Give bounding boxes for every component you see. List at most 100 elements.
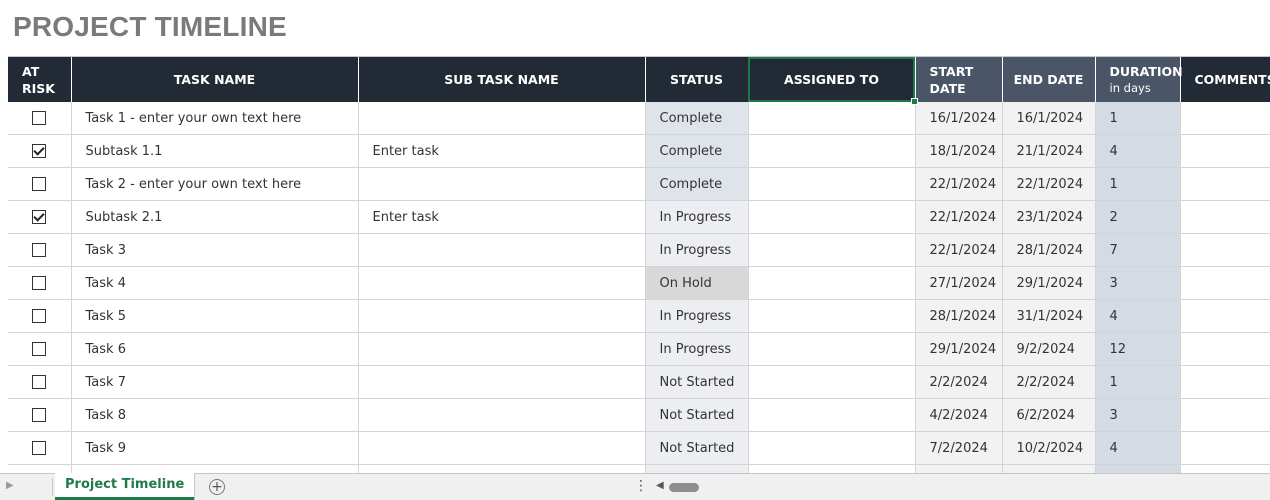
assigned-to-cell[interactable]	[748, 398, 916, 432]
at-risk-checkbox[interactable]	[32, 177, 47, 191]
at-risk-checkbox[interactable]	[32, 408, 47, 422]
comments-cell[interactable]	[1180, 167, 1270, 201]
status-cell[interactable]: Complete	[645, 167, 749, 201]
header-task-name[interactable]: TASK NAME	[71, 57, 359, 102]
assigned-to-cell[interactable]	[748, 233, 916, 267]
sub-task-name-cell[interactable]	[358, 332, 646, 366]
assigned-to-cell[interactable]	[748, 365, 916, 399]
assigned-to-cell[interactable]	[748, 299, 916, 333]
sub-task-name-cell[interactable]	[358, 299, 646, 333]
status-cell[interactable]: Complete	[645, 134, 749, 168]
more-options-icon[interactable]: ⋮	[634, 478, 648, 494]
duration-cell[interactable]: 7	[1095, 233, 1181, 267]
end-date-cell[interactable]: 21/1/2024	[1002, 134, 1096, 168]
at-risk-checkbox[interactable]	[32, 342, 47, 356]
header-sub-task-name[interactable]: SUB TASK NAME	[358, 57, 646, 102]
comments-cell[interactable]	[1180, 134, 1270, 168]
at-risk-checkbox[interactable]	[32, 111, 47, 125]
at-risk-checkbox[interactable]	[32, 144, 47, 158]
header-assigned-to[interactable]: ASSIGNED TO	[748, 57, 917, 105]
header-duration[interactable]: DURATION in days	[1095, 57, 1183, 102]
end-date-cell[interactable]: 22/1/2024	[1002, 167, 1096, 201]
task-name-cell[interactable]: Task 6	[71, 332, 359, 366]
assigned-to-cell[interactable]	[748, 332, 916, 366]
assigned-to-cell[interactable]	[748, 167, 916, 201]
sub-task-name-cell[interactable]	[358, 233, 646, 267]
task-name-cell[interactable]: Task 7	[71, 365, 359, 399]
comments-cell[interactable]	[1180, 398, 1270, 432]
at-risk-checkbox[interactable]	[32, 210, 47, 224]
start-date-cell[interactable]: 7/2/2024	[915, 431, 1003, 465]
sub-task-name-cell[interactable]	[358, 102, 646, 135]
plus-circle-icon[interactable]: +	[209, 479, 225, 495]
status-cell[interactable]: On Hold	[645, 266, 749, 300]
at-risk-checkbox[interactable]	[32, 375, 47, 389]
status-cell[interactable]: In Progress	[645, 332, 749, 366]
duration-cell[interactable]: 3	[1095, 266, 1181, 300]
sub-task-name-cell[interactable]	[358, 431, 646, 465]
task-name-cell[interactable]: Task 8	[71, 398, 359, 432]
comments-cell[interactable]	[1180, 365, 1270, 399]
sub-task-name-cell[interactable]: Enter task	[358, 134, 646, 168]
sub-task-name-cell[interactable]	[358, 398, 646, 432]
status-cell[interactable]: In Progress	[645, 233, 749, 267]
comments-cell[interactable]	[1180, 332, 1270, 366]
start-date-cell[interactable]: 18/1/2024	[915, 134, 1003, 168]
status-cell[interactable]: Not Started	[645, 431, 749, 465]
at-risk-checkbox[interactable]	[32, 309, 47, 323]
sheet-tab-project-timeline[interactable]: Project Timeline	[55, 473, 195, 500]
start-date-cell[interactable]: 29/1/2024	[915, 332, 1003, 366]
sub-task-name-cell[interactable]	[358, 266, 646, 300]
duration-cell[interactable]: 12	[1095, 332, 1181, 366]
horizontal-scrollbar-thumb[interactable]	[669, 483, 699, 492]
end-date-cell[interactable]: 28/1/2024	[1002, 233, 1096, 267]
comments-cell[interactable]	[1180, 299, 1270, 333]
scroll-left-arrow-icon[interactable]: ◀	[656, 480, 664, 491]
duration-cell[interactable]: 1	[1095, 102, 1181, 135]
status-cell[interactable]: In Progress	[645, 299, 749, 333]
duration-cell[interactable]: 3	[1095, 398, 1181, 432]
start-date-cell[interactable]: 16/1/2024	[915, 102, 1003, 135]
start-date-cell[interactable]: 22/1/2024	[915, 167, 1003, 201]
duration-cell[interactable]: 2	[1095, 200, 1181, 234]
status-cell[interactable]: Not Started	[645, 365, 749, 399]
status-cell[interactable]: Complete	[645, 102, 749, 135]
assigned-to-cell[interactable]	[748, 266, 916, 300]
task-name-cell[interactable]: Task 4	[71, 266, 359, 300]
duration-cell[interactable]: 4	[1095, 134, 1181, 168]
assigned-to-cell[interactable]	[748, 431, 916, 465]
end-date-cell[interactable]: 2/2/2024	[1002, 365, 1096, 399]
task-name-cell[interactable]: Task 9	[71, 431, 359, 465]
comments-cell[interactable]	[1180, 266, 1270, 300]
header-comments[interactable]: COMMENTS	[1180, 57, 1270, 102]
at-risk-checkbox[interactable]	[32, 441, 47, 455]
sub-task-name-cell[interactable]	[358, 167, 646, 201]
duration-cell[interactable]: 1	[1095, 167, 1181, 201]
comments-cell[interactable]	[1180, 233, 1270, 267]
assigned-to-cell[interactable]	[748, 134, 916, 168]
end-date-cell[interactable]: 31/1/2024	[1002, 299, 1096, 333]
task-name-cell[interactable]: Subtask 1.1	[71, 134, 359, 168]
start-date-cell[interactable]: 22/1/2024	[915, 233, 1003, 267]
duration-cell[interactable]: 1	[1095, 365, 1181, 399]
task-name-cell[interactable]: Subtask 2.1	[71, 200, 359, 234]
header-status[interactable]: STATUS	[645, 57, 749, 102]
end-date-cell[interactable]: 29/1/2024	[1002, 266, 1096, 300]
end-date-cell[interactable]: 10/2/2024	[1002, 431, 1096, 465]
duration-cell[interactable]: 4	[1095, 431, 1181, 465]
start-date-cell[interactable]: 2/2/2024	[915, 365, 1003, 399]
header-at-risk[interactable]: AT RISK	[8, 57, 72, 102]
at-risk-checkbox[interactable]	[32, 276, 47, 290]
start-date-cell[interactable]: 28/1/2024	[915, 299, 1003, 333]
end-date-cell[interactable]: 23/1/2024	[1002, 200, 1096, 234]
task-name-cell[interactable]: Task 3	[71, 233, 359, 267]
end-date-cell[interactable]: 6/2/2024	[1002, 398, 1096, 432]
tab-scroll-arrow-icon[interactable]: ▶	[6, 480, 14, 491]
comments-cell[interactable]	[1180, 102, 1270, 135]
start-date-cell[interactable]: 27/1/2024	[915, 266, 1003, 300]
task-name-cell[interactable]: Task 5	[71, 299, 359, 333]
header-end-date[interactable]: END DATE	[1002, 57, 1096, 102]
start-date-cell[interactable]: 4/2/2024	[915, 398, 1003, 432]
end-date-cell[interactable]: 9/2/2024	[1002, 332, 1096, 366]
comments-cell[interactable]	[1180, 200, 1270, 234]
